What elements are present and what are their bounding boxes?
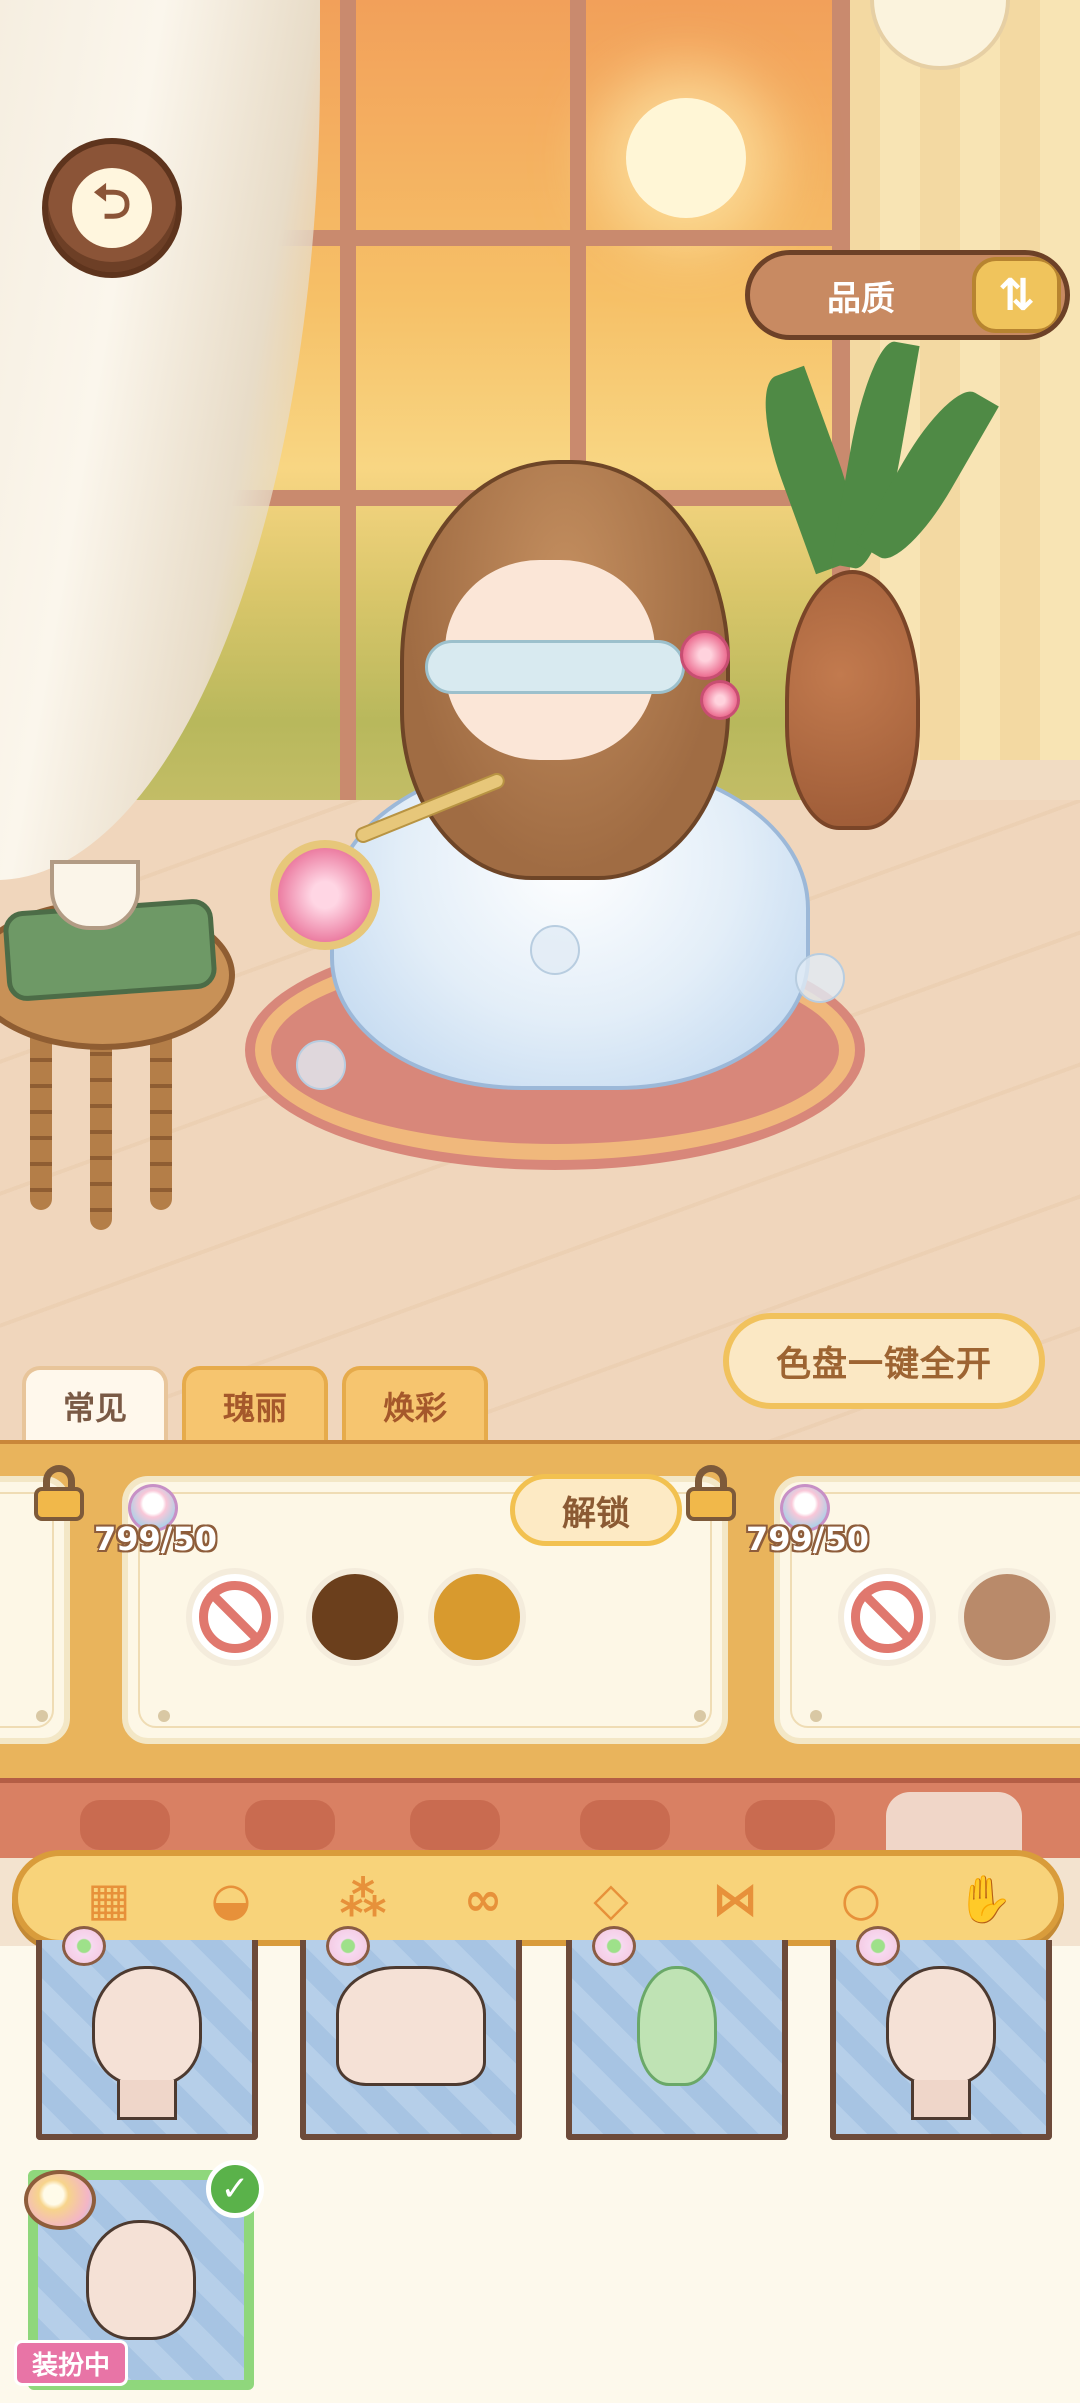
color-swatch-tan[interactable] — [958, 1568, 1056, 1666]
palette-open-all-button[interactable]: 色盘一键全开 — [723, 1313, 1045, 1409]
eyes-icon[interactable] — [80, 1800, 170, 1850]
lock-icon — [686, 1465, 736, 1521]
item-card-headpiece-bonnet[interactable] — [36, 1926, 258, 2140]
ribbon-preview — [637, 1966, 717, 2086]
necklace-icon[interactable]: ◇ — [578, 1868, 644, 1930]
staff-orb — [270, 840, 380, 950]
quality-sort-button[interactable]: 品质 ⇅ — [745, 250, 1070, 340]
mannequin-head-blindfold — [86, 2220, 196, 2340]
palette-badge-icon — [24, 2170, 96, 2230]
subcategory-bar — [12, 1850, 1064, 1946]
mannequin-torso — [336, 1966, 486, 2086]
item-card-hair-clip[interactable] — [830, 1926, 1052, 2140]
color-swatch-none[interactable] — [186, 1568, 284, 1666]
palette-badge-icon — [62, 1926, 106, 1966]
hair-flower — [680, 630, 730, 680]
equipped-badge: 装扮中 — [14, 2340, 128, 2386]
bubble — [530, 925, 580, 975]
room-scene: ⮌ 品质 ⇅ 色盘一键全开 常见 瑰丽 焕彩 — [0, 0, 1080, 1440]
tea-cup — [50, 860, 140, 930]
bracelet-icon[interactable]: ○ — [828, 1868, 894, 1930]
quality-label: 品质 — [827, 278, 896, 319]
check-icon: ✓ — [206, 2160, 264, 2218]
color-swatch-none[interactable] — [838, 1568, 936, 1666]
grid-icon[interactable]: ▦ — [76, 1868, 142, 1930]
back-button[interactable]: ⮌ — [42, 138, 182, 278]
earring-icon[interactable]: ⁂ — [330, 1868, 396, 1930]
sun — [626, 98, 746, 218]
no-color-icon — [851, 1581, 923, 1653]
tab-radiant[interactable]: 焕彩 — [342, 1366, 488, 1440]
character-blindfold[interactable] — [425, 640, 685, 694]
palette-cost: 799/50 — [94, 1520, 218, 1558]
sort-icon: ⇅ — [972, 257, 1061, 333]
glove-icon[interactable]: ✋ — [952, 1868, 1018, 1930]
top-icon[interactable] — [245, 1800, 335, 1850]
tab-common[interactable]: 常见 — [22, 1366, 168, 1440]
hair-flower — [700, 680, 740, 720]
dress-icon[interactable] — [410, 1800, 500, 1850]
tab-gorgeous[interactable]: 瑰丽 — [182, 1366, 328, 1440]
bubble — [795, 953, 845, 1003]
back-arrow-icon: ⮌ — [72, 168, 152, 248]
accessory-category-selected[interactable] — [886, 1792, 1022, 1858]
pants-icon[interactable] — [580, 1800, 670, 1850]
plant-vase — [785, 570, 920, 830]
palette-badge-icon — [592, 1926, 636, 1966]
shoes-icon[interactable] — [745, 1800, 835, 1850]
palette-cost: 799/50 — [746, 1520, 870, 1558]
color-swatch-gold[interactable] — [428, 1568, 526, 1666]
lock-icon — [34, 1465, 84, 1521]
item-card-shoulder-piece[interactable] — [300, 1926, 522, 2140]
color-swatch-dark-brown[interactable] — [306, 1568, 404, 1666]
mannequin-head — [886, 1966, 996, 2086]
hat-icon[interactable]: ◒ — [198, 1868, 264, 1930]
glasses-icon[interactable]: ∞ — [450, 1868, 516, 1930]
bubble — [296, 1040, 346, 1090]
mannequin-head — [92, 1966, 202, 2086]
unlock-button[interactable]: 解锁 — [510, 1474, 682, 1546]
item-card-green-ribbon[interactable] — [566, 1926, 788, 2140]
no-color-icon — [199, 1581, 271, 1653]
bow-icon[interactable]: ⋈ — [702, 1868, 768, 1930]
palette-badge-icon — [326, 1926, 370, 1966]
palette-badge-icon — [856, 1926, 900, 1966]
